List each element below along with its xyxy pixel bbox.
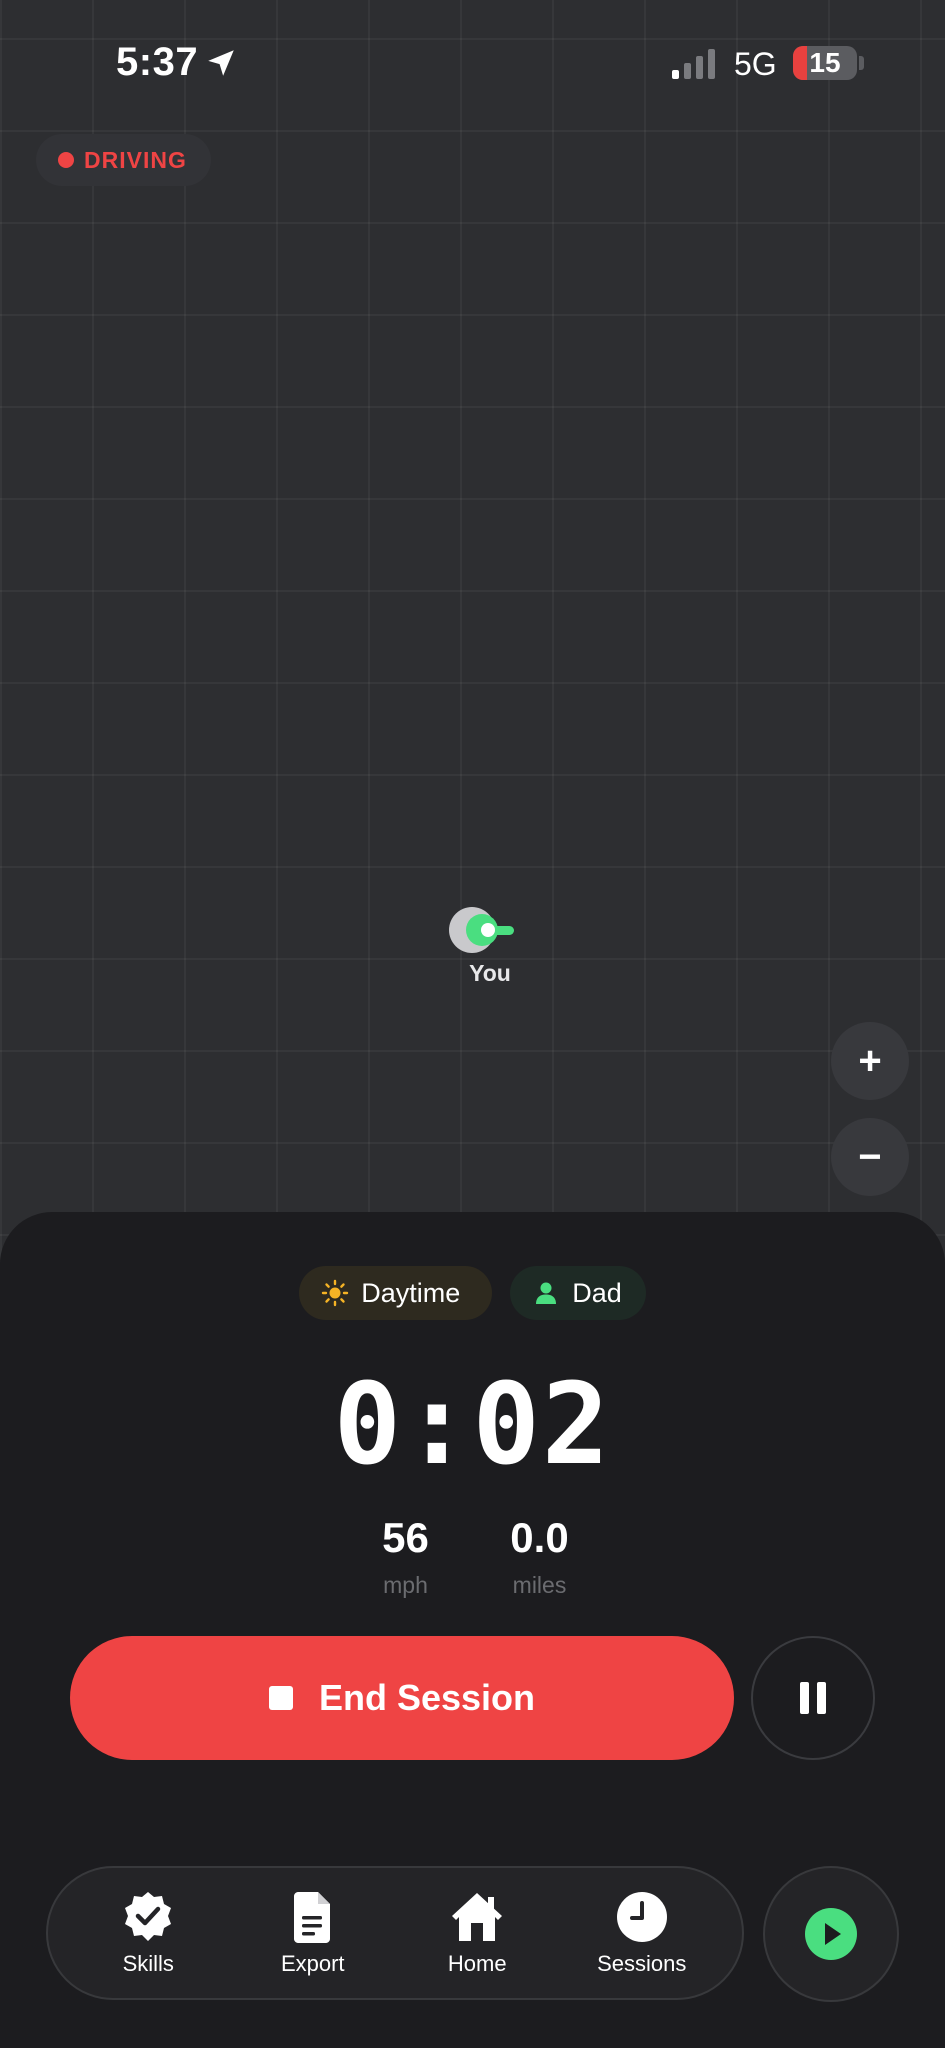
battery-nub bbox=[859, 56, 864, 70]
user-location-marker bbox=[449, 907, 514, 953]
home-icon bbox=[452, 1893, 503, 1941]
zoom-in-button[interactable]: + bbox=[831, 1022, 909, 1100]
speed-unit: mph bbox=[383, 1572, 428, 1598]
tab-skills[interactable]: Skills bbox=[73, 1889, 223, 1977]
person-icon bbox=[536, 1282, 557, 1304]
start-drive-button[interactable] bbox=[763, 1866, 899, 2002]
tab-export-label: Export bbox=[280, 1951, 345, 1976]
speed-stat: 56 mph bbox=[374, 1514, 438, 1599]
speed-value: 56 bbox=[382, 1514, 429, 1561]
zoom-out-button[interactable]: − bbox=[831, 1118, 909, 1196]
end-session-label: End Session bbox=[318, 1677, 536, 1718]
user-marker-label: You bbox=[469, 960, 511, 986]
driving-mode-label: DRIVING bbox=[84, 146, 187, 173]
location-arrow-icon bbox=[208, 50, 234, 76]
badge-check-icon bbox=[125, 1892, 172, 1941]
tab-home-label: Home bbox=[447, 1951, 507, 1976]
pause-icon bbox=[800, 1682, 826, 1714]
clock-icon bbox=[616, 1892, 667, 1942]
recording-dot-icon bbox=[58, 152, 74, 168]
battery-icon: 15 bbox=[793, 46, 857, 80]
distance-unit: miles bbox=[512, 1572, 567, 1598]
distance-value: 0.0 bbox=[510, 1514, 569, 1561]
supervisor-chip[interactable]: Dad bbox=[510, 1266, 646, 1320]
document-icon bbox=[293, 1892, 330, 1943]
tab-export[interactable]: Export bbox=[238, 1889, 388, 1977]
session-timer: 0:02 bbox=[333, 1360, 612, 1490]
time-of-day-chip[interactable]: Daytime bbox=[299, 1266, 493, 1320]
battery-level: 15 bbox=[809, 47, 841, 78]
tab-home[interactable]: Home bbox=[402, 1889, 552, 1977]
time-of-day-label: Daytime bbox=[361, 1277, 461, 1308]
sun-icon bbox=[322, 1279, 349, 1307]
tab-skills-label: Skills bbox=[122, 1951, 174, 1976]
tab-sessions-label: Sessions bbox=[597, 1951, 687, 1976]
distance-stat: 0.0 miles bbox=[508, 1514, 572, 1599]
network-type: 5G bbox=[734, 46, 777, 82]
tab-sessions[interactable]: Sessions bbox=[567, 1889, 717, 1977]
map-view[interactable] bbox=[0, 0, 945, 1260]
session-stats: 56 mph 0.0 miles bbox=[0, 1514, 945, 1599]
session-tags: Daytime Dad bbox=[0, 1266, 945, 1320]
status-bar: 5:37 5G 15 bbox=[0, 0, 945, 130]
pause-button[interactable] bbox=[751, 1636, 875, 1760]
tab-bar: Skills Export Home Sessions bbox=[46, 1866, 744, 2000]
stop-icon bbox=[268, 1686, 293, 1710]
driving-mode-badge: DRIVING bbox=[36, 134, 211, 186]
play-icon bbox=[805, 1908, 857, 1960]
status-time: 5:37 bbox=[116, 40, 199, 84]
end-session-button[interactable]: End Session bbox=[70, 1636, 734, 1760]
cellular-signal-icon bbox=[672, 49, 715, 79]
supervisor-label: Dad bbox=[572, 1277, 622, 1308]
